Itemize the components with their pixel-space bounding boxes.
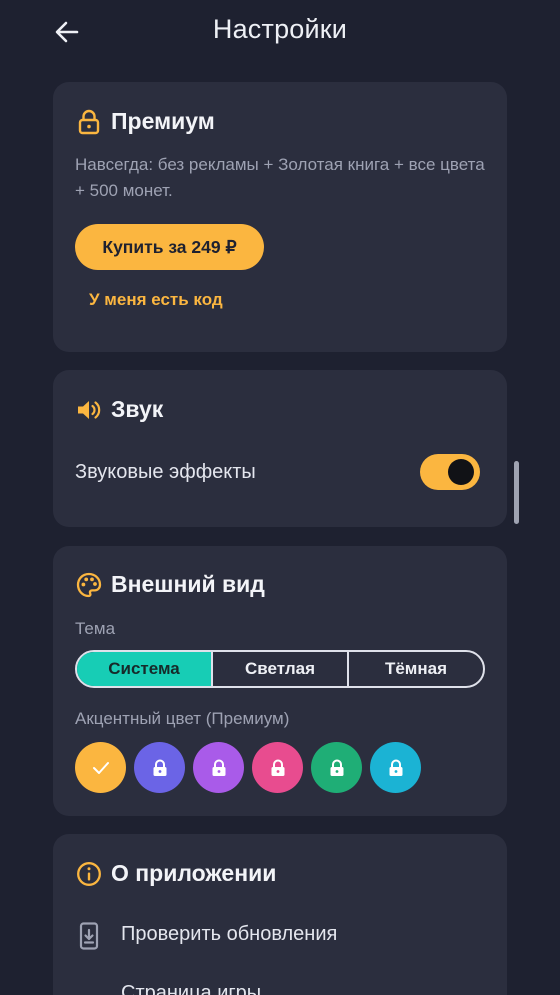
- buy-premium-button[interactable]: Купить за 249 ₽: [75, 224, 264, 270]
- theme-option-system[interactable]: Система: [77, 652, 211, 686]
- accent-color-label: Акцентный цвет (Премиум): [75, 709, 290, 728]
- sound-effects-label: Звуковые эффекты: [75, 461, 256, 483]
- accent-swatch-yellow[interactable]: [75, 742, 126, 793]
- palette-icon: [75, 571, 103, 599]
- accent-swatch-indigo[interactable]: [134, 742, 185, 793]
- lock-icon: [389, 759, 402, 776]
- link-icon: [75, 980, 103, 995]
- sound-card: Звук Звуковые эффекты: [53, 370, 507, 527]
- check-updates-item[interactable]: Проверить обновления: [75, 917, 495, 957]
- about-card: О приложении Проверить обновления Страни…: [53, 834, 507, 995]
- accent-swatch-purple[interactable]: [193, 742, 244, 793]
- lock-icon: [330, 759, 343, 776]
- game-page-item[interactable]: Страница игры: [75, 976, 495, 995]
- toggle-knob: [448, 459, 474, 485]
- speaker-icon: [75, 396, 103, 424]
- lock-icon: [153, 759, 166, 776]
- theme-label: Тема: [75, 619, 116, 638]
- lock-icon: [212, 759, 225, 776]
- accent-swatch-pink[interactable]: [252, 742, 303, 793]
- accent-swatch-green[interactable]: [311, 742, 362, 793]
- appearance-title: Внешний вид: [111, 571, 265, 597]
- theme-option-dark[interactable]: Тёмная: [347, 652, 483, 686]
- sound-title: Звук: [111, 396, 164, 422]
- scrollbar[interactable]: [514, 461, 519, 524]
- page-title: Настройки: [212, 14, 348, 44]
- top-bar: Настройки: [0, 0, 560, 66]
- check-updates-label: Проверить обновления: [121, 923, 338, 945]
- game-page-label: Страница игры: [121, 982, 262, 995]
- appearance-card: Внешний вид Тема Система Светлая Тёмная …: [53, 546, 507, 816]
- theme-selector: Система Светлая Тёмная: [75, 650, 485, 688]
- premium-card: Премиум Навсегда: без рекламы + Золотая …: [53, 82, 507, 352]
- about-title: О приложении: [111, 860, 277, 886]
- have-code-link[interactable]: У меня есть код: [89, 290, 223, 310]
- accent-swatch-cyan[interactable]: [370, 742, 421, 793]
- premium-description: Навсегда: без рекламы + Золотая книга + …: [75, 155, 485, 200]
- sound-effects-toggle[interactable]: [420, 454, 480, 490]
- premium-title: Премиум: [111, 108, 215, 134]
- theme-option-light[interactable]: Светлая: [211, 652, 347, 686]
- lock-icon: [75, 108, 103, 136]
- phone-download-icon: [75, 921, 103, 951]
- check-icon: [92, 761, 109, 774]
- lock-icon: [271, 759, 284, 776]
- info-icon: [75, 860, 103, 888]
